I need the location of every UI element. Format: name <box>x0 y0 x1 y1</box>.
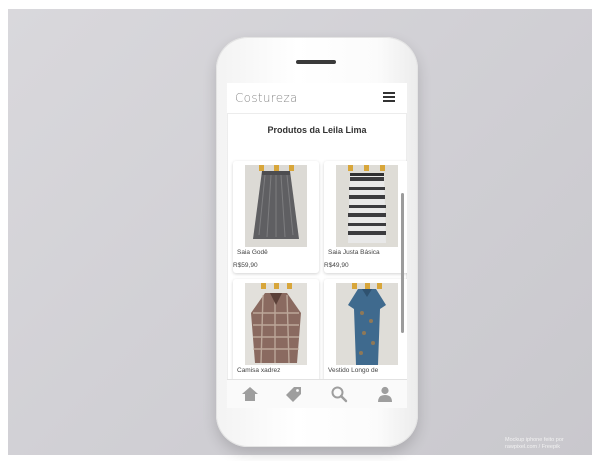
product-price: R$49,90 <box>324 262 349 269</box>
phone-chin <box>216 408 418 447</box>
product-card[interactable]: Camisa xadrez <box>233 279 319 379</box>
product-card[interactable]: Saia Godê R$59,90 <box>233 161 319 273</box>
product-card[interactable]: Vestido Longo de <box>324 279 407 379</box>
page-title: Produtos da Leila Lima <box>267 125 367 135</box>
product-image <box>245 165 307 247</box>
mockup-credit: Mockup iphone feito por rawpixel.com / F… <box>505 437 595 451</box>
credit-line-1: Mockup iphone feito por <box>505 437 564 443</box>
phone-mockup: Costureza Produtos da Leila Lima Saia Go… <box>216 37 418 447</box>
search-icon <box>331 386 348 403</box>
hamburger-menu-icon[interactable] <box>383 92 395 102</box>
product-image <box>245 283 307 365</box>
tab-profile[interactable] <box>376 385 394 403</box>
product-name: Saia Justa Básica <box>328 249 380 256</box>
product-image <box>336 283 398 365</box>
product-name: Vestido Longo de <box>328 367 379 374</box>
product-price: R$59,90 <box>233 262 258 269</box>
tab-tags[interactable] <box>285 385 303 403</box>
product-grid[interactable]: Saia Godê R$59,90 Saia Justa Básica R$49… <box>227 153 407 379</box>
tab-home[interactable] <box>241 385 259 403</box>
phone-speaker <box>296 60 336 64</box>
scrollbar-thumb[interactable] <box>401 193 404 333</box>
product-card[interactable]: Saia Justa Básica R$49,90 <box>324 161 407 273</box>
brand-logo[interactable]: Costureza <box>235 91 298 105</box>
mockup-background: Costureza Produtos da Leila Lima Saia Go… <box>8 9 592 455</box>
app-header: Costureza <box>227 83 407 114</box>
user-icon <box>378 386 392 402</box>
tag-icon <box>286 387 301 402</box>
bottom-tab-bar <box>227 379 407 408</box>
credit-line-2: rawpixel.com / Freepik <box>505 444 561 450</box>
product-name: Saia Godê <box>237 249 268 256</box>
app-screen: Costureza Produtos da Leila Lima Saia Go… <box>227 83 407 408</box>
product-image <box>336 165 398 247</box>
home-icon <box>242 387 258 401</box>
tab-search[interactable] <box>330 385 348 403</box>
product-name: Camisa xadrez <box>237 367 281 374</box>
